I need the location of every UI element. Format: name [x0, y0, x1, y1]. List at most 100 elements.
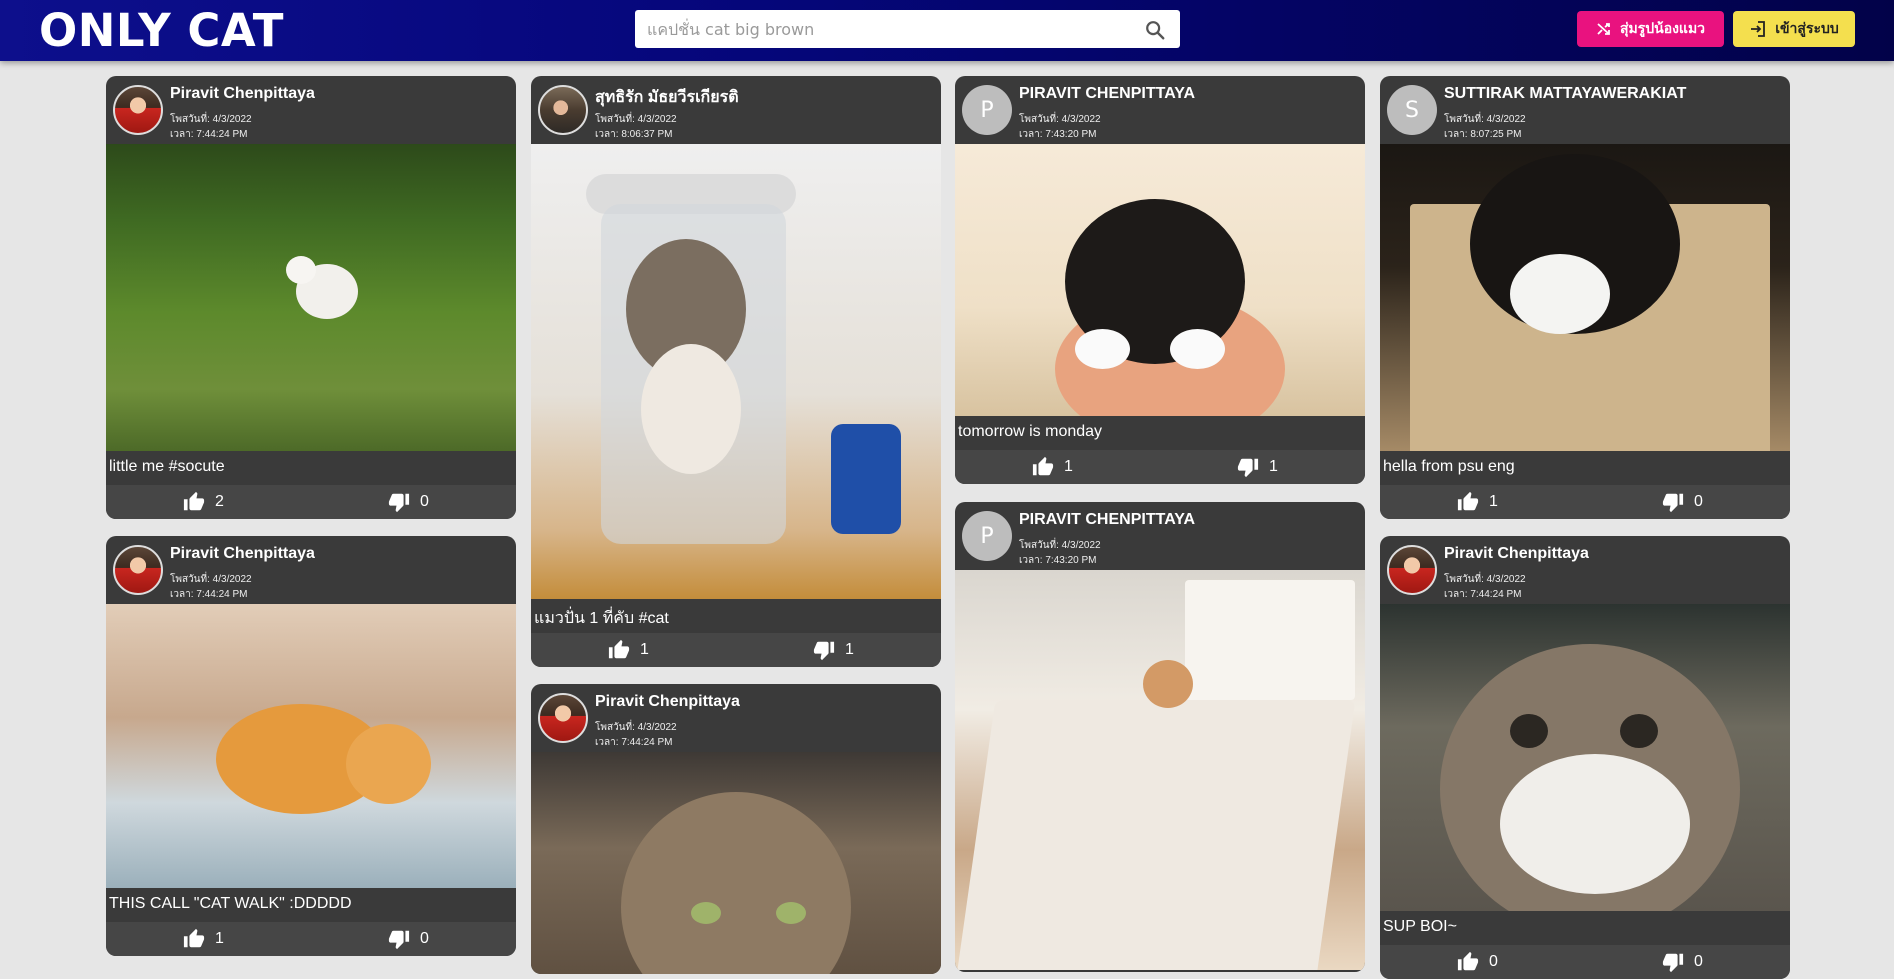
post-card: S SUTTIRAK MATTAYAWERAKIAT โพสวันที่: 4/… [1380, 76, 1790, 519]
random-cat-button[interactable]: สุ่มรูปน้องแมว [1577, 11, 1724, 47]
post-image[interactable] [1380, 144, 1790, 451]
post-date: โพสวันที่: 4/3/2022 [1019, 540, 1101, 551]
post-actions: 1 0 [106, 922, 516, 956]
avatar[interactable] [1387, 545, 1437, 595]
avatar[interactable] [113, 545, 163, 595]
post-time: เวลา: 8:06:37 PM [595, 129, 673, 140]
like-button[interactable]: 1 [183, 928, 224, 950]
post-date: โพสวันที่: 4/3/2022 [1444, 574, 1526, 585]
avatar[interactable]: P [962, 511, 1012, 561]
post-header: P PIRAVIT CHENPITTAYA โพสวันที่: 4/3/202… [955, 502, 1365, 570]
top-navbar: ONLY CAT สุ่มรูปน้องแมว เข้าสู่ระบบ [0, 0, 1894, 61]
post-time: เวลา: 7:43:20 PM [1019, 129, 1097, 140]
random-cat-label: สุ่มรูปน้องแมว [1619, 21, 1706, 37]
post-author: Piravit Chenpittaya [595, 693, 740, 710]
post-date: โพสวันที่: 4/3/2022 [170, 114, 252, 125]
post-image[interactable] [531, 144, 941, 599]
dislike-button[interactable]: 1 [1237, 456, 1278, 478]
thumbs-up-icon [183, 491, 205, 511]
post-author: สุทธิรัก มัธยวีรเกียรติ [595, 89, 739, 106]
thumbs-down-icon [388, 493, 410, 513]
dislike-count: 1 [845, 641, 854, 658]
search-box[interactable] [635, 10, 1180, 48]
post-caption: แมวปั่น 1 ที่คับ #cat [534, 610, 669, 627]
dislike-count: 1 [1269, 458, 1278, 475]
thumbs-down-icon [388, 930, 410, 950]
dislike-button[interactable]: 1 [813, 639, 854, 661]
post-card: Piravit Chenpittaya โพสวันที่: 4/3/2022 … [106, 536, 516, 956]
post-actions: 1 1 [531, 633, 941, 667]
post-time: เวลา: 7:44:24 PM [170, 129, 248, 140]
post-header: S SUTTIRAK MATTAYAWERAKIAT โพสวันที่: 4/… [1380, 76, 1790, 144]
dislike-count: 0 [420, 930, 429, 947]
like-button[interactable]: 1 [608, 639, 649, 661]
post-caption: little me #socute [109, 458, 225, 475]
dislike-button[interactable]: 0 [1662, 951, 1703, 973]
post-card: Piravit Chenpittaya โพสวันที่: 4/3/2022 … [1380, 536, 1790, 979]
post-card: Piravit Chenpittaya โพสวันที่: 4/3/2022 … [106, 76, 516, 519]
post-date: โพสวันที่: 4/3/2022 [1019, 114, 1101, 125]
dislike-button[interactable]: 0 [1662, 491, 1703, 513]
post-time: เวลา: 7:44:24 PM [595, 737, 673, 748]
like-count: 1 [215, 930, 224, 947]
thumbs-up-icon [608, 639, 630, 659]
thumbs-up-icon [1457, 951, 1479, 971]
login-icon [1751, 21, 1766, 37]
post-actions: 0 0 [1380, 945, 1790, 979]
post-author: PIRAVIT CHENPITTAYA [1019, 85, 1196, 102]
post-actions: 2 0 [106, 485, 516, 519]
dislike-count: 0 [1694, 493, 1703, 510]
site-logo[interactable]: ONLY CAT [39, 4, 284, 57]
post-time: เวลา: 7:44:24 PM [1444, 589, 1522, 600]
post-author: SUTTIRAK MATTAYAWERAKIAT [1444, 85, 1687, 102]
post-image[interactable] [955, 570, 1365, 970]
avatar[interactable] [113, 85, 163, 135]
post-time: เวลา: 7:43:20 PM [1019, 555, 1097, 566]
like-button[interactable]: 1 [1457, 491, 1498, 513]
like-button[interactable]: 0 [1457, 951, 1498, 973]
search-input[interactable] [647, 18, 1127, 40]
post-image[interactable] [106, 604, 516, 888]
dislike-button[interactable]: 0 [388, 491, 429, 513]
dislike-count: 0 [1694, 953, 1703, 970]
post-caption: tomorrow is monday [958, 423, 1103, 440]
post-image[interactable] [1380, 604, 1790, 911]
avatar[interactable]: S [1387, 85, 1437, 135]
post-image[interactable] [106, 144, 516, 451]
post-actions: 1 0 [1380, 485, 1790, 519]
post-image[interactable] [955, 144, 1365, 416]
like-button[interactable]: 2 [183, 491, 224, 513]
avatar[interactable] [538, 85, 588, 135]
thumbs-down-icon [1237, 458, 1259, 478]
post-time: เวลา: 7:44:24 PM [170, 589, 248, 600]
post-date: โพสวันที่: 4/3/2022 [595, 114, 677, 125]
thumbs-down-icon [813, 641, 835, 661]
post-header: Piravit Chenpittaya โพสวันที่: 4/3/2022 … [1380, 536, 1790, 604]
login-label: เข้าสู่ระบบ [1775, 21, 1839, 37]
avatar[interactable]: P [962, 85, 1012, 135]
like-button[interactable]: 1 [1032, 456, 1073, 478]
post-time: เวลา: 8:07:25 PM [1444, 129, 1522, 140]
avatar[interactable] [538, 693, 588, 743]
dislike-button[interactable]: 0 [388, 928, 429, 950]
post-actions: 1 1 [955, 450, 1365, 484]
post-card: สุทธิรัก มัธยวีรเกียรติ โพสวันที่: 4/3/2… [531, 76, 941, 667]
post-header: Piravit Chenpittaya โพสวันที่: 4/3/2022 … [106, 536, 516, 604]
dislike-count: 0 [420, 493, 429, 510]
login-button[interactable]: เข้าสู่ระบบ [1733, 11, 1855, 47]
post-author: Piravit Chenpittaya [170, 545, 315, 562]
post-author: Piravit Chenpittaya [1444, 545, 1589, 562]
post-card: P PIRAVIT CHENPITTAYA โพสวันที่: 4/3/202… [955, 76, 1365, 484]
post-card: Piravit Chenpittaya โพสวันที่: 4/3/2022 … [531, 684, 941, 974]
thumbs-up-icon [183, 928, 205, 948]
post-caption: THIS CALL "CAT WALK" :DDDDD [109, 895, 352, 912]
post-date: โพสวันที่: 4/3/2022 [1444, 114, 1526, 125]
post-image[interactable] [531, 752, 941, 974]
post-date: โพสวันที่: 4/3/2022 [170, 574, 252, 585]
thumbs-up-icon [1457, 491, 1479, 511]
post-header: P PIRAVIT CHENPITTAYA โพสวันที่: 4/3/202… [955, 76, 1365, 144]
search-icon[interactable] [1144, 19, 1166, 41]
post-caption: hella from psu eng [1383, 458, 1515, 475]
like-count: 1 [1489, 493, 1498, 510]
like-count: 0 [1489, 953, 1498, 970]
